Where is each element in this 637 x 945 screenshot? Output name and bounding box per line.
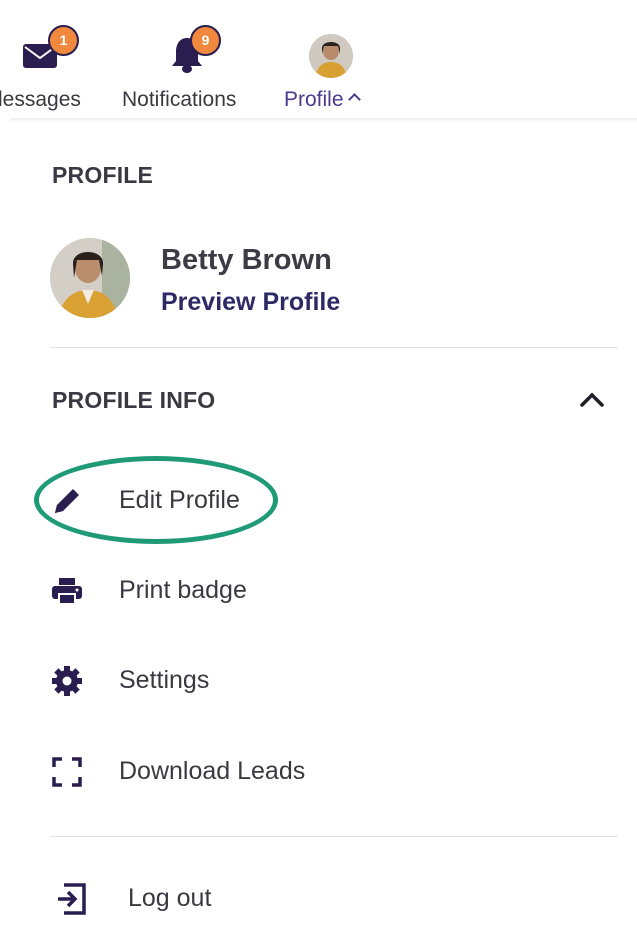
- divider-top: [50, 347, 618, 348]
- messages-badge: 1: [48, 25, 79, 56]
- collapse-profile-info-button[interactable]: [572, 385, 612, 415]
- printer-icon: [52, 578, 82, 605]
- menu-item-settings[interactable]: Settings: [40, 650, 600, 710]
- menu-label: Download Leads: [119, 757, 306, 785]
- menu-item-print-badge[interactable]: Print badge: [40, 560, 600, 620]
- profile-info-heading: PROFILE INFO: [52, 387, 216, 413]
- gear-icon: [52, 666, 82, 696]
- caret-up-icon: [347, 93, 361, 106]
- scan-frame-icon: [52, 757, 82, 787]
- nav-profile-avatar: [309, 34, 353, 78]
- user-name: Betty Brown: [161, 244, 332, 276]
- top-nav: 1 lessages 9 Notifications Profile: [0, 0, 637, 120]
- profile-avatar[interactable]: [50, 238, 130, 318]
- nav-notifications-label: Notifications: [122, 88, 237, 111]
- profile-heading: PROFILE: [52, 162, 154, 188]
- topbar-divider: [10, 118, 637, 122]
- menu-label: Log out: [128, 884, 212, 912]
- chevron-up-icon: [580, 392, 604, 407]
- avatar-photo-icon: [50, 238, 130, 318]
- nav-messages[interactable]: 1 lessages: [0, 20, 100, 115]
- nav-messages-label: lessages: [0, 88, 81, 111]
- notifications-badge: 9: [190, 25, 221, 56]
- preview-profile-link[interactable]: Preview Profile: [161, 288, 340, 317]
- profile-label-text: Profile: [284, 88, 344, 111]
- menu-label: Settings: [119, 666, 210, 694]
- divider-bottom: [50, 836, 618, 837]
- logout-icon: [58, 883, 86, 915]
- avatar-photo-icon: [309, 34, 353, 78]
- menu-label: Print badge: [119, 576, 247, 604]
- nav-profile-label: Profile: [284, 88, 361, 112]
- nav-notifications[interactable]: 9 Notifications: [120, 20, 260, 115]
- menu-item-download-leads[interactable]: Download Leads: [40, 741, 600, 801]
- highlight-circle: [34, 456, 278, 544]
- nav-profile[interactable]: Profile: [282, 20, 382, 115]
- menu-item-log-out[interactable]: Log out: [40, 868, 600, 928]
